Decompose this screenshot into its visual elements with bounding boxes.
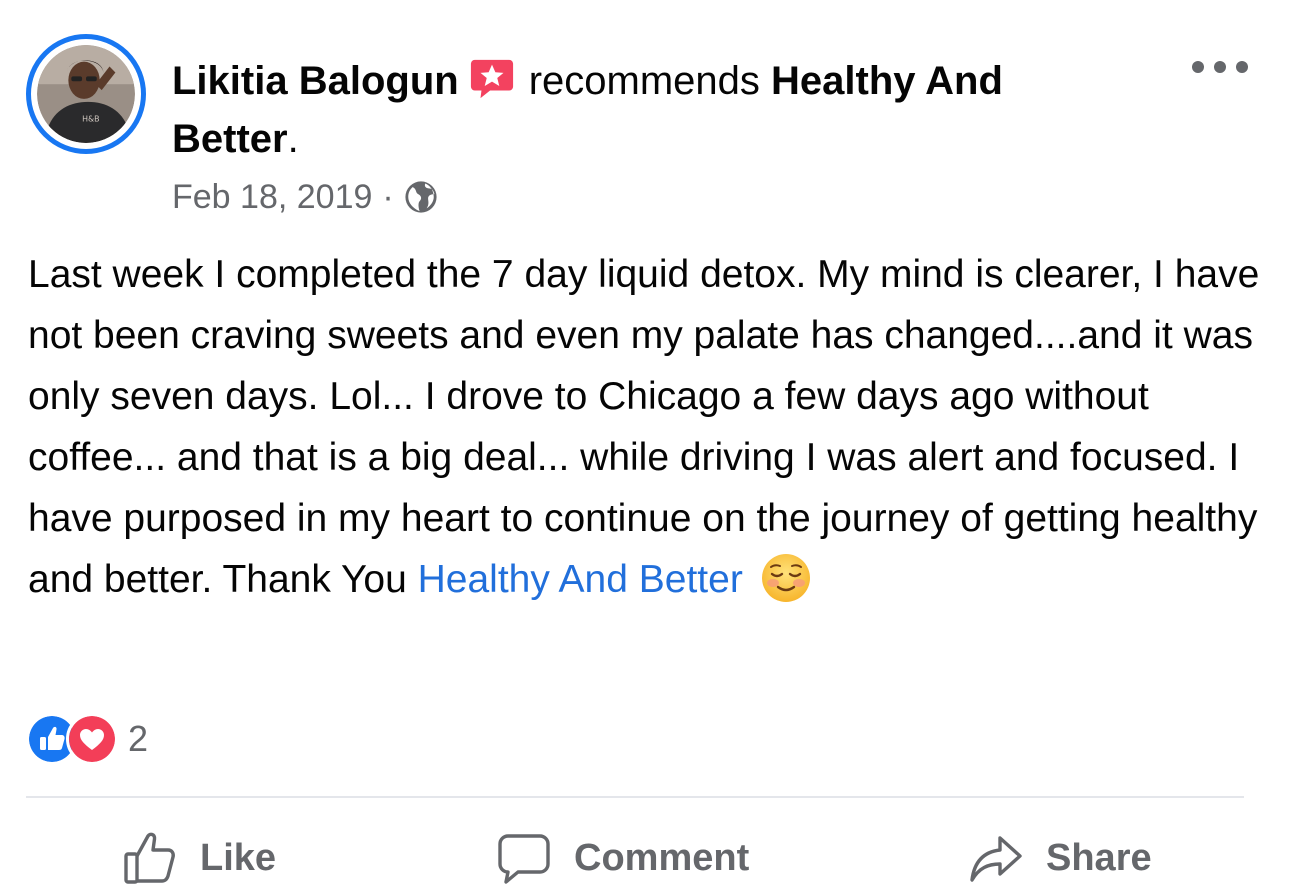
share-arrow-icon (970, 836, 1022, 882)
comment-button[interactable]: Comment (496, 826, 749, 890)
divider (26, 796, 1244, 798)
author-avatar[interactable]: H&B (26, 34, 146, 154)
page-mention-link[interactable]: Healthy And Better (418, 558, 743, 601)
header-period: . (287, 117, 299, 161)
more-dot (1236, 61, 1248, 73)
recommendation-star-icon (470, 59, 513, 99)
reactions-summary[interactable]: 2 (26, 713, 148, 765)
author-name[interactable]: Likitia Balogun (172, 59, 459, 103)
comment-bubble-icon (498, 834, 550, 884)
post-text: Last week I completed the 7 day liquid d… (28, 253, 1260, 601)
post-meta: Feb 18, 2019 · (172, 172, 438, 222)
comment-label: Comment (574, 836, 750, 879)
smiling-blushing-face-emoji (761, 554, 810, 602)
recommendation-post: H&B Likitia Balogun recommends Healthy A… (0, 0, 1290, 896)
svg-text:H&B: H&B (82, 114, 99, 123)
meta-separator: · (382, 177, 394, 216)
share-label: Share (1046, 836, 1152, 879)
more-options-icon[interactable] (1192, 52, 1248, 82)
post-date[interactable]: Feb 18, 2019 (172, 178, 372, 217)
avatar-photo: H&B (37, 45, 135, 143)
like-label: Like (200, 836, 277, 879)
thumbs-up-icon (124, 832, 175, 884)
action-text: recommends (528, 59, 760, 103)
love-reaction-icon (66, 713, 118, 765)
globe-icon (405, 181, 437, 213)
like-button[interactable]: Like (122, 826, 276, 890)
post-header: Likitia Balogun recommends Healthy And B… (172, 52, 1132, 168)
share-button[interactable]: Share (968, 826, 1152, 890)
post-body: Last week I completed the 7 day liquid d… (28, 244, 1260, 610)
more-dot (1192, 61, 1204, 73)
reaction-count[interactable]: 2 (128, 718, 148, 760)
more-dot (1214, 61, 1226, 73)
